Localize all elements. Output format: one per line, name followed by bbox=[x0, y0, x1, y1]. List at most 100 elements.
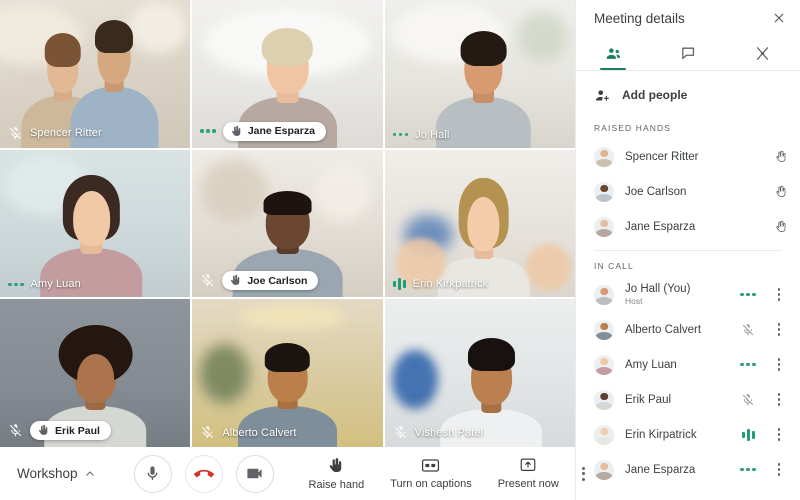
camera-button[interactable] bbox=[235, 454, 274, 493]
mic-off-icon bbox=[202, 274, 214, 287]
raise-hand-label: Raise hand bbox=[308, 478, 365, 491]
tile-participant-name: Vishesh Patel bbox=[414, 426, 484, 439]
tile-label: Jo Hall bbox=[392, 129, 450, 141]
participant-grid: Spencer Ritter Jane Esparza Jo Hall Amy … bbox=[0, 0, 575, 447]
hand-icon bbox=[776, 185, 786, 197]
participant-options-icon[interactable] bbox=[770, 463, 788, 476]
meeting-name-label: Workshop bbox=[17, 466, 78, 481]
list-item[interactable]: Amy Luan bbox=[576, 347, 800, 382]
list-item[interactable]: Jo Hall (You) Host bbox=[576, 277, 800, 312]
tile-participant-name: Amy Luan bbox=[30, 278, 81, 291]
tile-participant-name: Erik Paul bbox=[55, 424, 100, 437]
list-item[interactable]: Spencer Ritter bbox=[576, 139, 800, 174]
hand-icon bbox=[776, 220, 786, 232]
tile-label: Erik Paul bbox=[8, 421, 111, 440]
video-tile-erin-kirkpatrick[interactable]: Erin Kirkpatrick bbox=[384, 149, 575, 298]
participant-name: Alberto Calvert bbox=[625, 323, 702, 336]
participant-options-icon[interactable] bbox=[770, 323, 788, 336]
more-options-icon[interactable] bbox=[581, 466, 585, 481]
tile-participant-name: Erin Kirkpatrick bbox=[412, 277, 489, 290]
hand-icon bbox=[776, 150, 786, 162]
tile-participant-name: Alberto Calvert bbox=[222, 426, 297, 439]
hand-icon bbox=[330, 457, 342, 472]
tab-activities[interactable] bbox=[725, 36, 800, 70]
avatar bbox=[594, 181, 614, 202]
video-tile-erik-paul[interactable]: Erik Paul bbox=[0, 299, 191, 447]
tile-label: Erin Kirkpatrick bbox=[392, 277, 489, 290]
speaking-dots-icon bbox=[392, 132, 409, 137]
video-tile-amy-luan[interactable]: Amy Luan bbox=[0, 149, 191, 298]
in-call-list: Jo Hall (You) Host Alberto Calvert Amy L… bbox=[576, 277, 800, 487]
participant-options-icon[interactable] bbox=[770, 428, 788, 441]
video-tile-vishesh-patel[interactable]: Vishesh Patel bbox=[384, 299, 575, 447]
tab-people[interactable] bbox=[576, 36, 651, 70]
video-stage: Spencer Ritter Jane Esparza Jo Hall Amy … bbox=[0, 0, 585, 500]
video-tile-jane-esparza[interactable]: Jane Esparza bbox=[192, 0, 383, 148]
add-person-icon bbox=[595, 89, 609, 101]
tile-label: Spencer Ritter bbox=[8, 126, 102, 141]
chat-icon bbox=[681, 47, 694, 59]
list-item[interactable]: Alberto Calvert bbox=[576, 312, 800, 347]
present-now-button[interactable]: Present now bbox=[485, 457, 572, 490]
close-icon[interactable] bbox=[772, 11, 786, 25]
list-item[interactable]: Joe Carlson bbox=[576, 174, 800, 209]
avatar bbox=[594, 146, 614, 167]
tile-participant-name: Joe Carlson bbox=[247, 274, 308, 287]
mic-off-icon bbox=[394, 426, 406, 439]
end-call-button[interactable] bbox=[184, 454, 223, 493]
speaking-dots-icon bbox=[200, 129, 216, 133]
video-tile-jo-hall[interactable]: Jo Hall bbox=[384, 0, 575, 148]
participant-name: Spencer Ritter bbox=[625, 150, 699, 163]
list-item[interactable]: Erin Kirpatrick bbox=[576, 417, 800, 452]
video-tile-spencer-ritter[interactable]: Spencer Ritter bbox=[0, 0, 191, 148]
activities-icon bbox=[757, 46, 769, 60]
tile-participant-name: Spencer Ritter bbox=[30, 127, 102, 140]
list-item[interactable]: Jane Esparza bbox=[576, 452, 800, 487]
call-control-buttons bbox=[133, 454, 274, 493]
raise-hand-button[interactable]: Raise hand bbox=[296, 457, 378, 491]
video-tile-alberto-calvert[interactable]: Alberto Calvert bbox=[192, 299, 383, 447]
participant-name: Erin Kirpatrick bbox=[625, 428, 697, 441]
tile-label: Amy Luan bbox=[8, 278, 81, 290]
video-tile-joe-carlson[interactable]: Joe Carlson bbox=[192, 149, 383, 298]
raised-hand-pill: Erik Paul bbox=[30, 421, 111, 440]
meeting-action-buttons: Raise hand Turn on captions Present now bbox=[296, 457, 585, 491]
tile-label: Jane Esparza bbox=[200, 121, 326, 141]
raised-hand-pill: Jane Esparza bbox=[222, 121, 326, 141]
participant-options-icon[interactable] bbox=[770, 288, 788, 301]
avatar bbox=[594, 319, 614, 340]
turn-on-captions-button[interactable]: Turn on captions bbox=[377, 457, 485, 490]
microphone-icon bbox=[147, 466, 158, 480]
mic-off-icon bbox=[737, 323, 759, 337]
present-now-label: Present now bbox=[497, 478, 559, 490]
people-icon bbox=[606, 47, 620, 59]
captions-label: Turn on captions bbox=[390, 478, 472, 490]
participant-name: Jo Hall (You) bbox=[625, 283, 691, 295]
participant-role: Host bbox=[625, 296, 643, 306]
hand-icon bbox=[231, 125, 241, 136]
add-people-button[interactable]: Add people bbox=[576, 77, 800, 113]
hand-icon bbox=[38, 424, 48, 435]
mic-off-icon bbox=[737, 393, 759, 407]
participant-options-icon[interactable] bbox=[770, 358, 788, 371]
tile-label: Joe Carlson bbox=[200, 271, 319, 291]
meeting-name-button[interactable]: Workshop bbox=[0, 466, 96, 481]
speaking-dots-icon bbox=[8, 282, 24, 287]
speaking-bars-icon bbox=[392, 277, 406, 290]
tile-label: Alberto Calvert bbox=[200, 425, 296, 440]
panel-header: Meeting details bbox=[576, 0, 800, 36]
participant-name: Jane Esparza bbox=[625, 220, 696, 233]
avatar bbox=[594, 354, 614, 375]
list-item[interactable]: Erik Paul bbox=[576, 382, 800, 417]
speaking-dots-icon bbox=[737, 362, 759, 367]
chevron-up-icon[interactable] bbox=[84, 468, 96, 480]
participant-name: Erik Paul bbox=[625, 393, 672, 406]
microphone-button[interactable] bbox=[133, 454, 172, 493]
participant-options-icon[interactable] bbox=[770, 393, 788, 406]
meet-app: Spencer Ritter Jane Esparza Jo Hall Amy … bbox=[0, 0, 800, 500]
mic-off-icon bbox=[9, 126, 22, 139]
panel-tabs bbox=[576, 36, 800, 70]
tab-chat[interactable] bbox=[651, 36, 726, 70]
camera-icon bbox=[247, 468, 262, 479]
list-item[interactable]: Jane Esparza bbox=[576, 209, 800, 244]
